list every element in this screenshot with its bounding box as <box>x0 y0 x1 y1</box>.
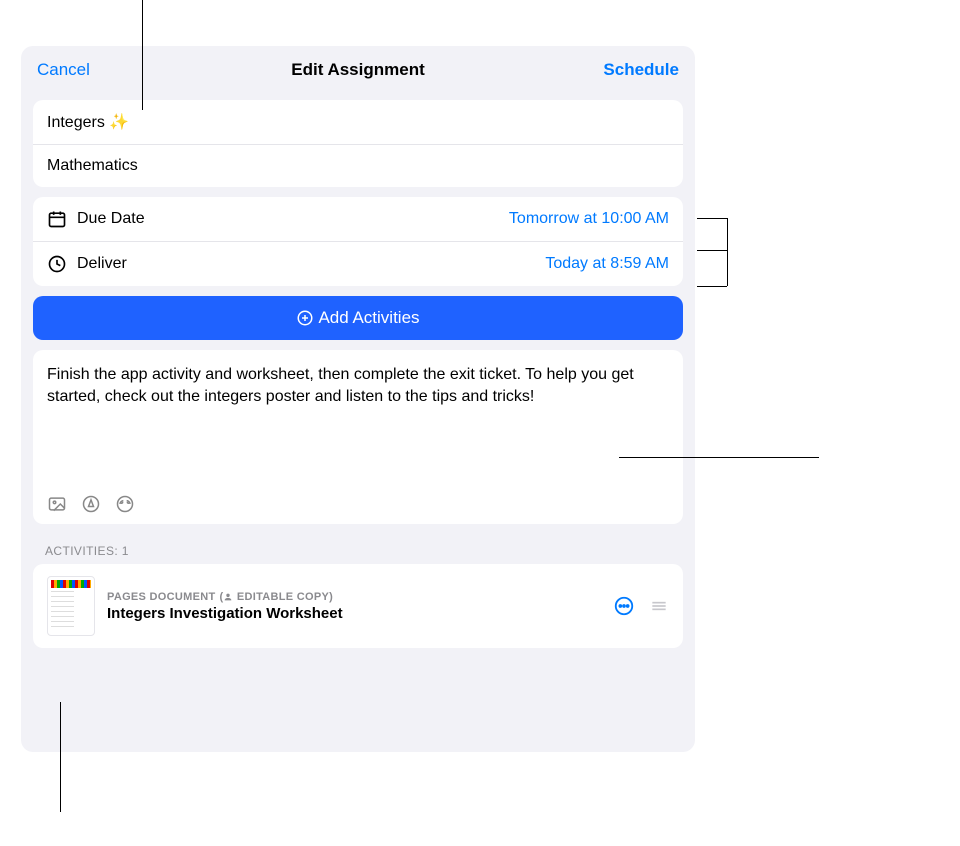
callout-line <box>697 286 727 287</box>
assignment-name-row[interactable]: Integers ✨ <box>33 100 683 145</box>
edit-assignment-window: Cancel Edit Assignment Schedule Integers… <box>21 46 695 752</box>
photo-icon[interactable] <box>47 494 67 514</box>
plus-circle-icon <box>296 309 314 327</box>
audio-icon[interactable] <box>115 494 135 514</box>
callout-line <box>697 218 727 219</box>
activities-header: ACTIVITIES: 1 <box>45 544 671 558</box>
due-date-label: Due Date <box>77 210 509 228</box>
description-toolbar <box>47 494 669 514</box>
activity-item[interactable]: PAGES DOCUMENT ( EDITABLE COPY) Integers… <box>33 564 683 648</box>
class-row[interactable]: Mathematics <box>33 145 683 187</box>
callout-line <box>697 250 727 251</box>
schedule-button[interactable]: Schedule <box>603 60 679 80</box>
title-section: Integers ✨ Mathematics <box>33 100 683 187</box>
dates-section: Due Date Tomorrow at 10:00 AM Deliver To… <box>33 197 683 286</box>
add-activities-button[interactable]: Add Activities <box>33 296 683 340</box>
callout-line <box>60 702 61 812</box>
activity-title: Integers Investigation Worksheet <box>107 605 613 622</box>
description-input[interactable]: Finish the app activity and worksheet, t… <box>47 364 669 444</box>
callout-line <box>727 218 728 286</box>
due-date-row[interactable]: Due Date Tomorrow at 10:00 AM <box>33 197 683 242</box>
callout-line <box>619 457 819 458</box>
reorder-icon[interactable] <box>649 596 669 616</box>
activity-copy-hint: ( EDITABLE COPY) <box>220 591 334 603</box>
cancel-button[interactable]: Cancel <box>37 60 90 80</box>
deliver-value[interactable]: Today at 8:59 AM <box>545 255 669 273</box>
class-input[interactable]: Mathematics <box>47 157 669 175</box>
clock-icon <box>47 254 67 274</box>
deliver-label: Deliver <box>77 255 545 273</box>
header-bar: Cancel Edit Assignment Schedule <box>21 46 695 90</box>
add-activities-label: Add Activities <box>318 308 419 328</box>
deliver-row[interactable]: Deliver Today at 8:59 AM <box>33 242 683 286</box>
markup-icon[interactable] <box>81 494 101 514</box>
activity-info: PAGES DOCUMENT ( EDITABLE COPY) Integers… <box>107 591 613 622</box>
due-date-value[interactable]: Tomorrow at 10:00 AM <box>509 210 669 228</box>
page-title: Edit Assignment <box>291 60 425 79</box>
activity-thumbnail <box>47 576 95 636</box>
description-section: Finish the app activity and worksheet, t… <box>33 350 683 524</box>
callout-line <box>142 0 143 110</box>
activity-type: PAGES DOCUMENT <box>107 591 216 603</box>
calendar-icon <box>47 209 67 229</box>
more-icon[interactable] <box>613 595 635 617</box>
assignment-name-input[interactable]: Integers ✨ <box>47 112 669 132</box>
